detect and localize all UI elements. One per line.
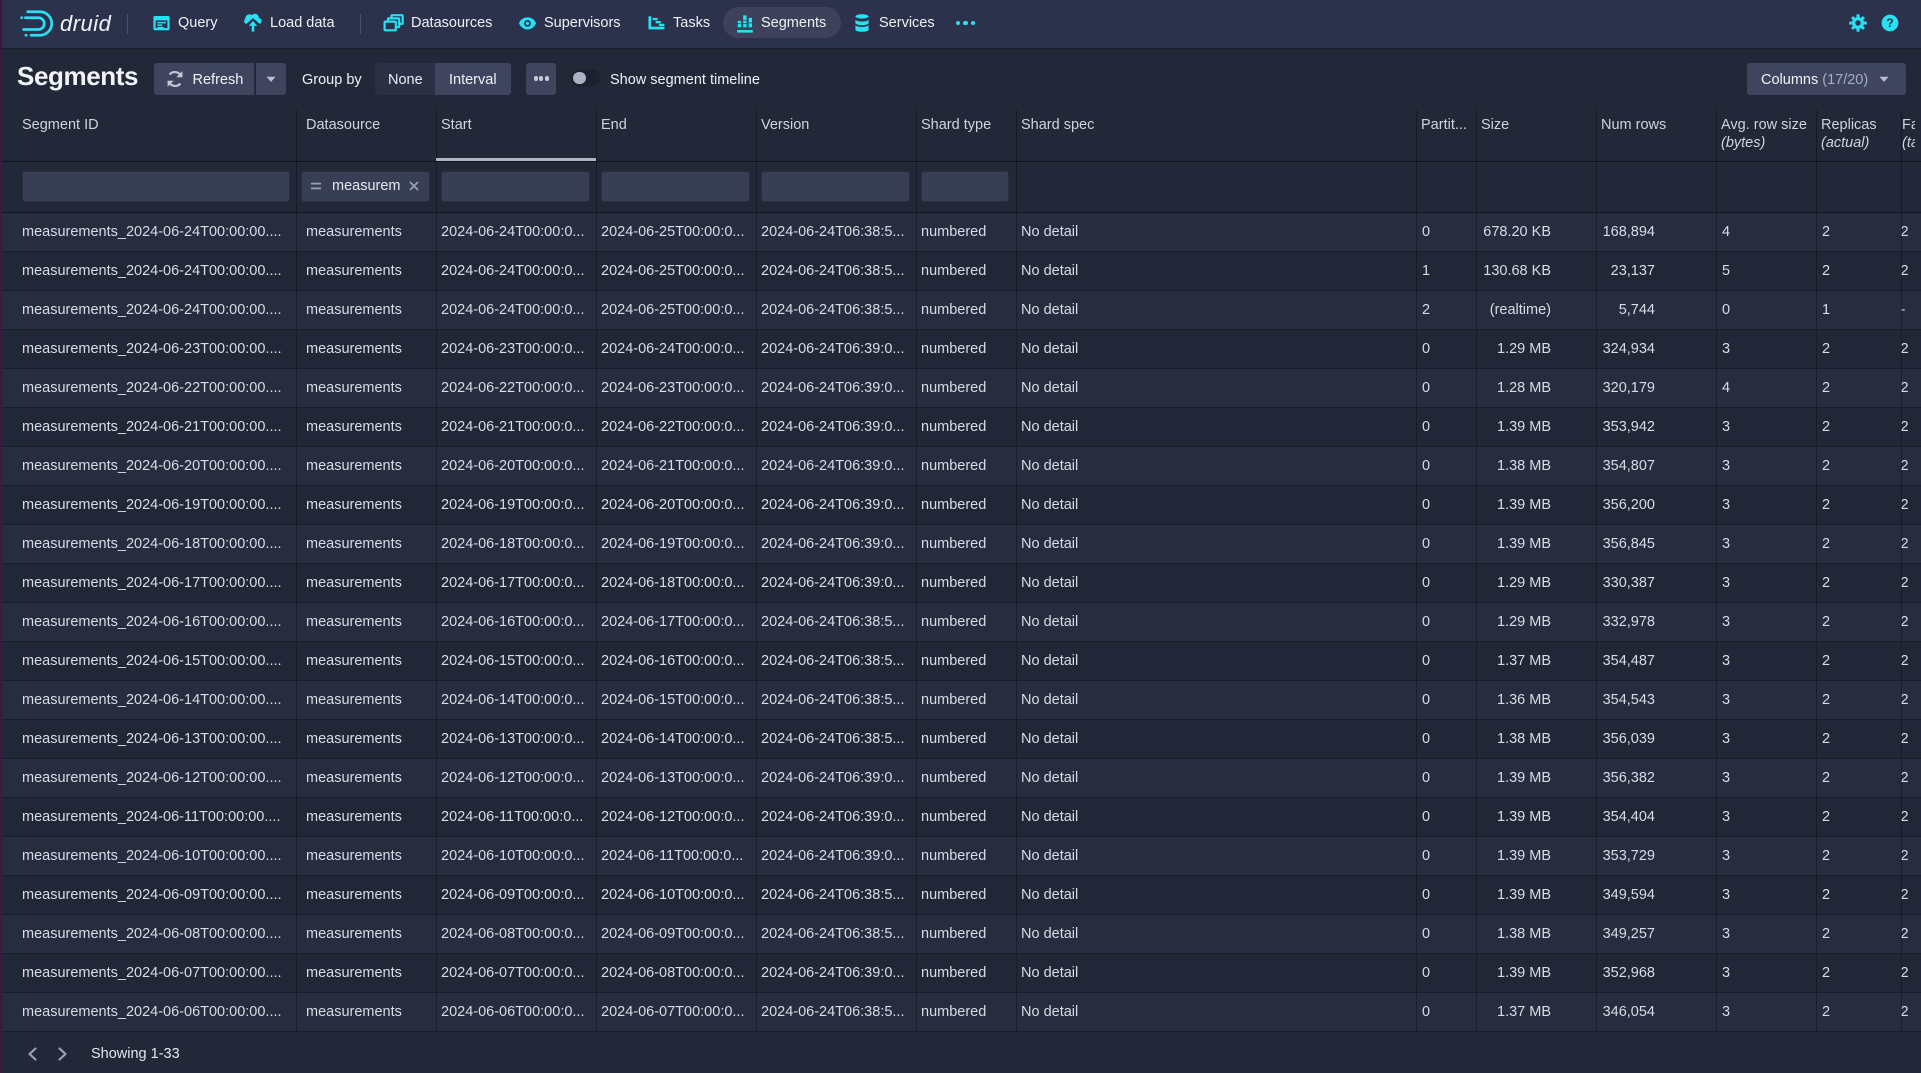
svg-text:?: ? <box>1886 16 1893 30</box>
